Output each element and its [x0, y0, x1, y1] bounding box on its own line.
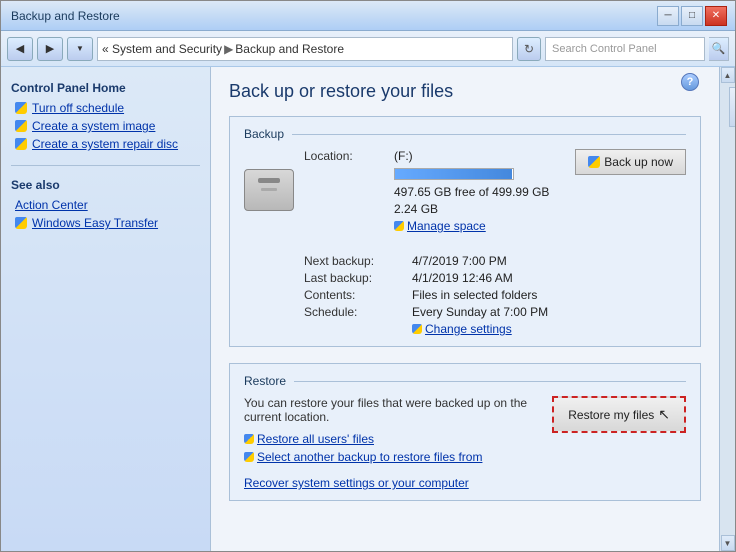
restore-my-files-button[interactable]: Restore my files ↖	[552, 396, 686, 433]
progress-row	[304, 166, 549, 182]
location-row: Location: (F:)	[304, 149, 549, 163]
space-info: 497.65 GB free of 499.99 GB	[394, 185, 549, 199]
last-backup-label: Last backup:	[304, 271, 404, 285]
shield-icon	[15, 120, 27, 132]
recent-pages-button[interactable]: ▼	[67, 37, 93, 61]
sidebar-item-label: Turn off schedule	[32, 101, 124, 115]
next-backup-label: Next backup:	[304, 254, 404, 268]
shield-icon	[412, 324, 422, 334]
restore-section-header: Restore	[244, 374, 686, 388]
schedule-value: Every Sunday at 7:00 PM	[412, 305, 549, 319]
scrollbar[interactable]: ▲ ▼	[719, 67, 735, 551]
page-title: Back up or restore your files	[229, 81, 701, 102]
sidebar: Control Panel Home Turn off schedule Cre…	[1, 67, 211, 551]
restore-section: Restore You can restore your files that …	[229, 363, 701, 501]
shield-icon	[244, 452, 254, 462]
title-bar: Backup and Restore ─ □ ✕	[1, 1, 735, 31]
manage-space-link[interactable]: Manage space	[394, 219, 486, 233]
title-bar-controls: ─ □ ✕	[657, 6, 727, 26]
location-label: Location:	[304, 149, 394, 163]
help-button[interactable]: ?	[681, 73, 699, 91]
sidebar-title: Control Panel Home	[11, 81, 200, 95]
shield-icon	[15, 138, 27, 150]
backup-now-button[interactable]: Back up now	[575, 149, 686, 175]
search-input[interactable]: Search Control Panel	[545, 37, 705, 61]
sidebar-item-create-system-image[interactable]: Create a system image	[11, 117, 200, 135]
sidebar-section-main: Control Panel Home Turn off schedule Cre…	[1, 77, 210, 157]
space-row: 497.65 GB free of 499.99 GB	[304, 185, 549, 199]
scroll-up-button[interactable]: ▲	[721, 67, 735, 83]
sidebar-divider	[11, 165, 200, 166]
sidebar-item-label: Create a system image	[32, 119, 155, 133]
backup-section-label: Backup	[244, 127, 292, 141]
search-icon[interactable]: 🔍	[709, 37, 729, 61]
sidebar-item-label: Create a system repair disc	[32, 137, 178, 151]
search-placeholder: Search Control Panel	[552, 43, 657, 55]
shield-icon	[588, 156, 600, 168]
main-area: Control Panel Home Turn off schedule Cre…	[1, 67, 735, 551]
content-wrapper: ? Back up or restore your files Backup	[211, 67, 735, 551]
backup-section-header: Backup	[244, 127, 686, 141]
restore-description: You can restore your files that were bac…	[244, 396, 536, 424]
progress-bar-fill	[395, 169, 512, 179]
change-settings-link[interactable]: Change settings	[412, 322, 549, 336]
disk-icon	[244, 169, 294, 211]
restore-all-users-link[interactable]: Restore all users' files	[244, 432, 536, 446]
back-button[interactable]: ◀	[7, 37, 33, 61]
sidebar-item-label: Windows Easy Transfer	[32, 216, 158, 230]
see-also-title: See also	[11, 178, 200, 192]
backup-info: Location: (F:)	[304, 149, 549, 336]
scroll-thumb[interactable]	[729, 87, 736, 127]
sidebar-section-see-also: See also Action Center Windows Easy Tran…	[1, 174, 210, 236]
forward-button[interactable]: ▶	[37, 37, 63, 61]
last-backup-value: 4/1/2019 12:46 AM	[412, 271, 549, 285]
backup-details-grid: Next backup: 4/7/2019 7:00 PM Last backu…	[304, 254, 549, 336]
restore-left: You can restore your files that were bac…	[244, 396, 536, 490]
restore-section-rule	[294, 381, 686, 382]
backup-section: Backup	[229, 116, 701, 347]
recover-system-link[interactable]: Recover system settings or your computer	[244, 476, 536, 490]
path-separator-1: ▶	[224, 42, 233, 56]
shield-icon	[15, 217, 27, 229]
shield-icon	[394, 221, 404, 231]
maximize-button[interactable]: □	[681, 6, 703, 26]
address-bar: ◀ ▶ ▼ « System and Security ▶ Backup and…	[1, 31, 735, 67]
storage-progress-bar	[394, 168, 514, 180]
close-button[interactable]: ✕	[705, 6, 727, 26]
restore-content: You can restore your files that were bac…	[244, 396, 686, 490]
title-bar-label: Backup and Restore	[11, 9, 120, 23]
minimize-button[interactable]: ─	[657, 6, 679, 26]
schedule-label: Schedule:	[304, 305, 404, 319]
address-path[interactable]: « System and Security ▶ Backup and Resto…	[97, 37, 513, 61]
sidebar-item-create-system-repair-disc[interactable]: Create a system repair disc	[11, 135, 200, 153]
path-root: « System and Security	[102, 42, 222, 56]
restore-section-label: Restore	[244, 374, 294, 388]
window: Backup and Restore ─ □ ✕ ◀ ▶ ▼ « System …	[0, 0, 736, 552]
cursor-icon: ↖	[658, 406, 670, 423]
sidebar-item-action-center[interactable]: Action Center	[11, 196, 200, 214]
next-backup-value: 4/7/2019 7:00 PM	[412, 254, 549, 268]
sidebar-item-windows-easy-transfer[interactable]: Windows Easy Transfer	[11, 214, 200, 232]
path-current: Backup and Restore	[235, 42, 344, 56]
scroll-down-button[interactable]: ▼	[721, 535, 735, 551]
contents-label: Contents:	[304, 288, 404, 302]
refresh-button[interactable]: ↻	[517, 37, 541, 61]
backup-size: 2.24 GB	[394, 202, 438, 216]
location-value: (F:)	[394, 149, 413, 163]
contents-value: Files in selected folders	[412, 288, 549, 302]
shield-icon	[244, 434, 254, 444]
sidebar-item-label: Action Center	[15, 198, 88, 212]
content-panel: ? Back up or restore your files Backup	[211, 67, 719, 551]
restore-right: Restore my files ↖	[552, 396, 686, 433]
backup-section-rule	[292, 134, 686, 135]
shield-icon	[15, 102, 27, 114]
size-row: 2.24 GB	[304, 202, 549, 216]
sidebar-item-turn-off-schedule[interactable]: Turn off schedule	[11, 99, 200, 117]
select-another-backup-link[interactable]: Select another backup to restore files f…	[244, 450, 536, 464]
